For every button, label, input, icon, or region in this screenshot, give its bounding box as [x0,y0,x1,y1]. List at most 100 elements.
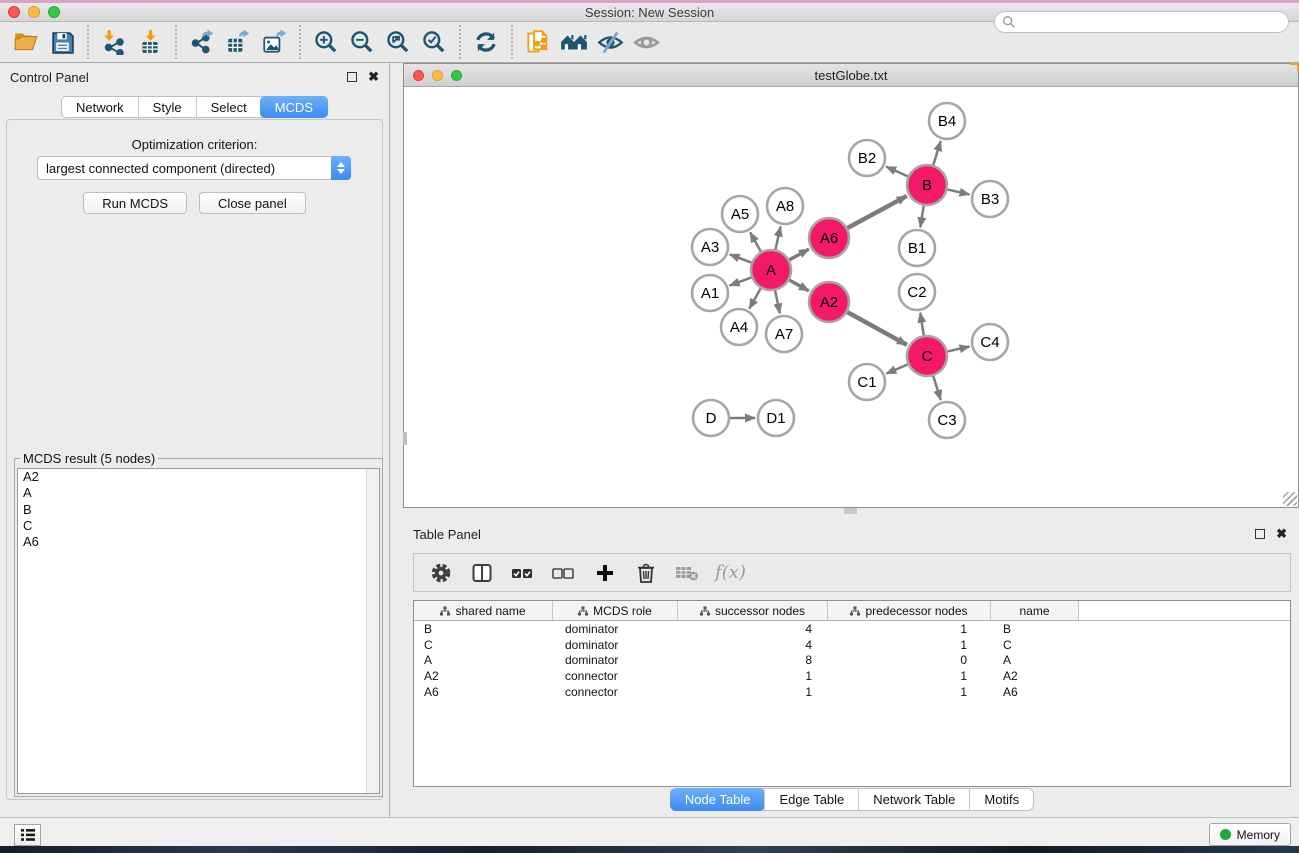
window-resize-grip-bottom[interactable] [844,508,857,514]
graph-edge-A-A2[interactable] [789,280,808,291]
column-header-name[interactable]: name [991,601,1079,620]
graph-edge-B-B3[interactable] [947,190,969,195]
network-canvas[interactable]: AA1A2A3A4A5A6A7A8BB1B2B3B4CC1C2C3C4DD1 [404,87,1298,507]
graph-edge-B-B2[interactable] [886,167,908,177]
zoom-out-icon[interactable] [344,26,380,58]
graph-edge-A2-C[interactable] [847,312,906,345]
graph-edge-A-A5[interactable] [750,232,761,251]
graph-edge-C-C4[interactable] [947,347,969,352]
graph-edge-A-A1[interactable] [730,277,752,285]
window-resize-grip-bottom-right[interactable] [1283,492,1297,506]
table-row[interactable]: A2connector11A2 [414,668,1290,684]
dropdown-value: largest connected component (directed) [38,161,331,176]
import-network-icon[interactable] [96,26,132,58]
table-row[interactable]: Bdominator41B [414,621,1290,637]
mcds-result-item[interactable]: B [18,502,379,518]
hide-graphics-details-icon[interactable] [592,26,628,58]
toolbar-separator [175,25,177,59]
column-header-shared-name[interactable]: shared name [414,601,553,620]
network-graph: AA1A2A3A4A5A6A7A8BB1B2B3B4CC1C2C3C4DD1 [404,87,1298,507]
graph-edge-C-C3[interactable] [933,376,940,400]
apply-layout-icon[interactable] [468,26,504,58]
window-resize-grip-top-right[interactable] [1290,63,1299,72]
graph-edge-A-A8[interactable] [775,227,780,250]
new-network-from-file-icon[interactable] [520,26,556,58]
mcds-result-item[interactable]: A6 [18,534,379,550]
tab-select[interactable]: Select [196,97,261,117]
task-history-button[interactable] [14,824,41,846]
import-table-icon[interactable] [132,26,168,58]
search-input[interactable] [1016,13,1288,31]
graph-edge-A-A4[interactable] [749,288,760,308]
graph-node-label: C2 [907,284,926,301]
table-cell: 1 [678,685,828,699]
memory-label: Memory [1237,828,1280,842]
table-toolbar: f(x) [413,553,1291,592]
network-window-titlebar[interactable]: testGlobe.txt [404,64,1298,87]
table-row[interactable]: A6connector11A6 [414,684,1290,700]
save-session-icon[interactable] [44,26,80,58]
tab-style[interactable]: Style [138,97,196,117]
table-cell: A [991,653,1079,667]
column-settings-icon[interactable] [428,559,454,587]
table-cell: 1 [828,622,991,636]
column-header-predecessor-nodes[interactable]: predecessor nodes [828,601,991,620]
show-details-eye-icon[interactable] [628,26,664,58]
table-panel: Table Panel ✖ f(x) shared nameMCDS roles [405,520,1299,817]
tab-edge-table[interactable]: Edge Table [764,789,858,810]
tab-mcds[interactable]: MCDS [260,96,328,118]
result-scrollbar[interactable] [366,469,379,793]
graph-edge-A-A6[interactable] [789,249,808,260]
node-table[interactable]: shared nameMCDS rolesuccessor nodesprede… [413,600,1291,787]
tab-network-table[interactable]: Network Table [858,789,969,810]
graph-edge-C-C1[interactable] [886,364,907,373]
column-header-MCDS-role[interactable]: MCDS role [553,601,678,620]
tab-motifs[interactable]: Motifs [969,789,1033,810]
zoom-in-icon[interactable] [308,26,344,58]
memory-button[interactable]: Memory [1209,823,1291,846]
search-box[interactable] [994,11,1289,33]
graph-edge-A-A7[interactable] [775,291,780,314]
mcds-result-item[interactable]: A [18,485,379,501]
table-cell: 4 [678,622,828,636]
graph-edge-B-B1[interactable] [920,206,923,228]
table-row[interactable]: Cdominator41C [414,637,1290,653]
mcds-result-list[interactable]: A2ABCA6 [17,468,380,794]
export-table-icon[interactable] [220,26,256,58]
column-header-successor-nodes[interactable]: successor nodes [678,601,828,620]
optimization-criterion-dropdown[interactable]: largest connected component (directed) [37,156,351,180]
add-column-icon[interactable] [592,559,618,587]
float-table-panel-icon[interactable] [1255,529,1265,539]
function-builder-icon[interactable]: f(x) [715,559,746,587]
close-table-panel-icon[interactable]: ✖ [1276,529,1287,539]
export-image-icon[interactable] [256,26,292,58]
deselect-all-icon[interactable] [551,559,577,587]
graph-edge-A-A3[interactable] [730,254,752,262]
toolbar-separator [87,25,89,59]
home-views-icon[interactable] [556,26,592,58]
select-all-icon[interactable] [510,559,536,587]
graph-node-label: A7 [775,326,793,343]
float-panel-icon[interactable] [347,72,357,82]
open-file-icon[interactable] [8,26,44,58]
graph-edge-B-B4[interactable] [933,141,940,165]
table-row[interactable]: Adominator80A [414,653,1290,669]
close-panel-button[interactable]: Close panel [199,192,306,214]
mcds-result-item[interactable]: C [18,518,379,534]
zoom-fit-icon[interactable] [380,26,416,58]
delete-table-icon[interactable] [674,559,700,587]
export-network-icon[interactable] [184,26,220,58]
graph-edge-A6-B[interactable] [847,196,906,228]
graph-edge-C-C2[interactable] [920,313,924,336]
delete-column-icon[interactable] [633,559,659,587]
network-view-window[interactable]: testGlobe.txt AA1A2A3A4A5A6A7A8BB1B2B3B4… [403,63,1299,508]
mcds-result-item[interactable]: A2 [18,469,379,485]
table-cell: dominator [553,653,678,667]
tab-network[interactable]: Network [62,97,138,117]
close-panel-icon[interactable]: ✖ [368,72,379,82]
zoom-selected-icon[interactable] [416,26,452,58]
window-resize-grip-left[interactable] [403,432,407,445]
run-mcds-button[interactable]: Run MCDS [83,192,187,214]
column-layout-icon[interactable] [469,559,495,587]
tab-node-table[interactable]: Node Table [670,788,766,811]
